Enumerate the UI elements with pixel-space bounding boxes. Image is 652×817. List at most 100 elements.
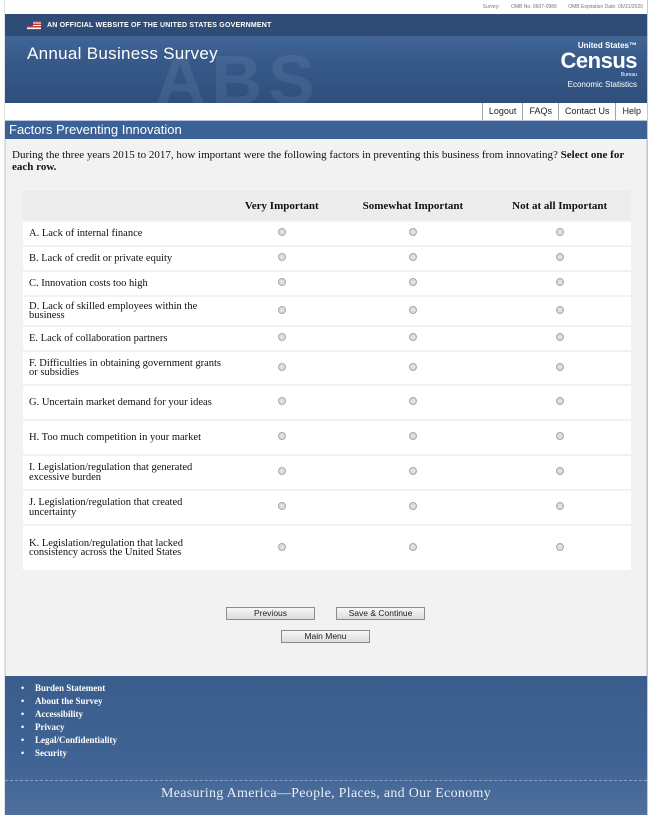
table-row: H. Too much competition in your market (23, 419, 631, 455)
survey-label: Survey: (482, 4, 500, 10)
footer-divider (5, 780, 647, 781)
radio-not-at-all-important[interactable] (555, 502, 564, 511)
page-title: Factors Preventing Innovation (5, 121, 647, 139)
table-row: E. Lack of collaboration partners (23, 325, 631, 351)
save-continue-button[interactable]: Save & Continue (336, 607, 425, 620)
census-logo[interactable]: United States™ Census Bureau Economic St… (547, 42, 638, 90)
option-cell (488, 489, 631, 525)
radio-very-important[interactable] (277, 253, 286, 262)
option-cell (337, 220, 489, 246)
radio-not-at-all-important[interactable] (555, 432, 564, 441)
radio-not-at-all-important[interactable] (555, 228, 564, 237)
radio-somewhat-important[interactable] (408, 333, 417, 342)
faqs-link[interactable]: FAQs (522, 103, 558, 120)
radio-very-important[interactable] (277, 362, 286, 371)
footer-link[interactable]: Privacy (21, 721, 117, 734)
radio-very-important[interactable] (277, 397, 286, 406)
header-somewhat-important: Somewhat Important (337, 191, 489, 221)
radio-not-at-all-important[interactable] (555, 278, 564, 287)
radio-very-important[interactable] (277, 467, 286, 476)
option-cell (337, 419, 489, 455)
official-website-text: AN OFFICIAL WEBSITE OF THE UNITED STATES… (47, 21, 272, 29)
radio-not-at-all-important[interactable] (555, 542, 564, 551)
table-row: F. Difficulties in obtaining government … (23, 350, 631, 385)
radio-very-important[interactable] (277, 333, 286, 342)
table-row: A. Lack of internal finance (23, 220, 631, 246)
footer-link[interactable]: About the Survey (21, 695, 117, 708)
table-row: D. Lack of skilled employees within the … (23, 295, 631, 326)
main-menu-button[interactable]: Main Menu (281, 630, 370, 643)
radio-somewhat-important[interactable] (408, 305, 417, 314)
us-flag-icon (27, 20, 41, 30)
option-cell (488, 245, 631, 271)
radio-somewhat-important[interactable] (408, 397, 417, 406)
option-cell (337, 245, 489, 271)
radio-very-important[interactable] (277, 432, 286, 441)
option-cell (488, 325, 631, 351)
option-cell (226, 325, 338, 351)
radio-somewhat-important[interactable] (408, 278, 417, 287)
omb-number: OMB No. 0607-0986 (510, 4, 557, 10)
radio-very-important[interactable] (277, 542, 286, 551)
footer-link[interactable]: Accessibility (21, 708, 117, 721)
footer-links: Burden StatementAbout the SurveyAccessib… (21, 682, 117, 760)
option-cell (337, 270, 489, 296)
radio-very-important[interactable] (277, 228, 286, 237)
table-row: K. Legislation/regulation that lacked co… (23, 524, 631, 570)
factor-label: A. Lack of internal finance (23, 220, 226, 246)
site-header: ABS AN OFFICIAL WEBSITE OF THE UNITED ST… (5, 14, 647, 103)
factor-label: D. Lack of skilled employees within the … (23, 295, 226, 326)
radio-not-at-all-important[interactable] (555, 362, 564, 371)
option-cell (488, 270, 631, 296)
option-cell (337, 524, 489, 570)
radio-not-at-all-important[interactable] (555, 467, 564, 476)
previous-button[interactable]: Previous (226, 607, 315, 620)
header-blank (23, 191, 226, 221)
radio-not-at-all-important[interactable] (555, 333, 564, 342)
factor-label: B. Lack of credit or private equity (23, 245, 226, 271)
radio-not-at-all-important[interactable] (555, 253, 564, 262)
radio-somewhat-important[interactable] (408, 502, 417, 511)
footer-link[interactable]: Legal/Confidentiality (21, 734, 117, 747)
radio-somewhat-important[interactable] (408, 228, 417, 237)
footer-link[interactable]: Burden Statement (21, 682, 117, 695)
option-cell (488, 220, 631, 246)
radio-very-important[interactable] (277, 278, 286, 287)
question-panel: During the three years 2015 to 2017, how… (5, 139, 647, 676)
table-row: C. Innovation costs too high (23, 270, 631, 296)
radio-not-at-all-important[interactable] (555, 305, 564, 314)
option-cell (226, 384, 338, 420)
radio-somewhat-important[interactable] (408, 542, 417, 551)
radio-somewhat-important[interactable] (408, 467, 417, 476)
omb-expiration: OMB Expiration Date: 05/31/2020 (568, 4, 643, 10)
option-cell (226, 295, 338, 326)
factor-label: J. Legislation/regulation that created u… (23, 489, 226, 525)
table-row: I. Legislation/regulation that generated… (23, 454, 631, 490)
logo-census: Census (560, 48, 638, 73)
radio-somewhat-important[interactable] (408, 432, 417, 441)
factor-label: F. Difficulties in obtaining government … (23, 350, 226, 385)
contact-us-link[interactable]: Contact Us (557, 103, 616, 120)
footer-link[interactable]: Security (21, 747, 117, 760)
radio-very-important[interactable] (277, 502, 286, 511)
radio-somewhat-important[interactable] (408, 362, 417, 371)
header-not-at-all-important: Not at all Important (488, 191, 631, 221)
option-cell (488, 350, 631, 385)
top-nav: Logout FAQs Contact Us Help (5, 103, 647, 121)
radio-somewhat-important[interactable] (408, 253, 417, 262)
option-cell (488, 419, 631, 455)
option-cell (226, 489, 338, 525)
radio-very-important[interactable] (277, 305, 286, 314)
option-cell (488, 524, 631, 570)
question-prompt: During the three years 2015 to 2017, how… (12, 149, 558, 161)
option-cell (488, 454, 631, 490)
option-cell (488, 295, 631, 326)
table-row: B. Lack of credit or private equity (23, 245, 631, 271)
option-cell (337, 384, 489, 420)
factor-label: I. Legislation/regulation that generated… (23, 454, 226, 490)
logout-link[interactable]: Logout (481, 103, 523, 120)
help-link[interactable]: Help (615, 103, 647, 120)
radio-not-at-all-important[interactable] (555, 397, 564, 406)
option-cell (337, 489, 489, 525)
option-cell (226, 270, 338, 296)
